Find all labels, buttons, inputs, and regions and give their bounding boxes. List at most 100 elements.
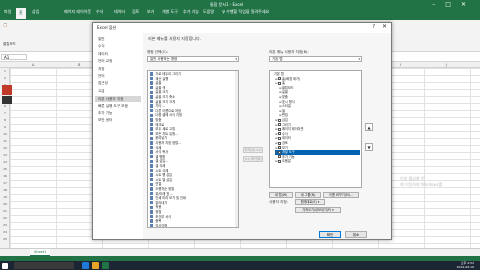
new-tab-button[interactable]: 새 탭(W) — [269, 192, 293, 198]
row-header[interactable]: 6 — [0, 104, 10, 108]
row-header[interactable]: 19 — [0, 195, 10, 199]
help-icon[interactable]: ? — [372, 24, 375, 30]
ribbon-tree-item[interactable]: ⊞ 도움말 — [275, 159, 360, 164]
paste-icon[interactable]: 📋 — [3, 23, 7, 27]
start-icon[interactable] — [2, 262, 8, 269]
command-label: 시트 삭제 — [155, 168, 169, 173]
row-header[interactable]: 18 — [0, 188, 10, 192]
ribbon-tab-bar: 통합 문서1 - Excel –□✕ 파일 홈 삽입 페이지 레이아웃 수식 데… — [0, 0, 480, 20]
nav-item[interactable]: 언어 교정 — [98, 59, 112, 64]
row-header[interactable]: 11 — [0, 139, 10, 143]
checkbox[interactable] — [278, 159, 281, 163]
name-box[interactable]: A1 — [1, 54, 27, 60]
reset-button[interactable]: 원래대로(E) ▾ — [295, 199, 325, 205]
customize-ribbon-label: 리본 메뉴 사용자 지정(B): — [269, 50, 309, 54]
move-up-icon[interactable]: ▲ — [365, 123, 373, 131]
tab-addins[interactable]: 추가 기능 — [183, 7, 199, 17]
tab-page-layout[interactable]: 페이지 레이아웃 — [64, 7, 91, 17]
checkbox[interactable] — [278, 123, 281, 127]
choose-commands-select[interactable]: 일반 사용하는 명령 ▾ — [147, 56, 239, 62]
row-header[interactable]: 9 — [0, 125, 10, 129]
row-header[interactable]: 22 — [0, 216, 10, 220]
tree-item-label: 홈(배경 제거) — [282, 76, 301, 81]
row-header[interactable]: 21 — [0, 209, 10, 213]
checkbox[interactable] — [278, 118, 281, 122]
options-nav: 일반수식데이터언어 교정저장언어접근성고급리본 사용자 지정 빠른 실행 도구 모… — [95, 33, 141, 239]
tab-review[interactable]: 검토 — [132, 7, 139, 17]
nav-item[interactable]: 추가 기능 — [98, 111, 112, 116]
command-item[interactable]: 직사각형 — [150, 224, 167, 227]
tab-file[interactable]: 파일 — [4, 7, 11, 17]
nav-item[interactable]: 빠른 실행 도구 모음 — [98, 104, 128, 109]
excel-icon[interactable] — [102, 262, 109, 269]
checkbox[interactable] — [278, 155, 281, 159]
command-label: 사용자 지정 정렬... — [155, 141, 181, 145]
nav-item[interactable]: 접근성 — [98, 81, 108, 86]
checkbox[interactable] — [278, 150, 281, 154]
row-header[interactable]: 2 — [0, 76, 10, 80]
add-button[interactable]: 추가(A) >> — [243, 147, 263, 153]
tab-insert[interactable]: 삽입 — [32, 7, 39, 17]
nav-item[interactable]: 수식 — [98, 44, 105, 49]
command-icon — [150, 150, 154, 154]
tab-data[interactable]: 데이터 — [114, 7, 125, 17]
nav-item[interactable]: 보안 센터 — [98, 118, 112, 123]
row-header[interactable]: 7 — [0, 111, 10, 115]
checkbox[interactable] — [278, 136, 281, 140]
command-icon — [150, 224, 154, 227]
import-export-button[interactable]: 가져오기/내보내기(P) ▾ — [295, 207, 341, 213]
row-header[interactable]: 25 — [0, 237, 10, 241]
row-header[interactable]: 17 — [0, 181, 10, 185]
tab-view[interactable]: 보기 — [147, 7, 154, 17]
checkbox[interactable] — [278, 127, 281, 131]
checkbox[interactable] — [278, 141, 281, 145]
tab-home[interactable]: 홈 — [16, 8, 26, 19]
explorer-icon[interactable] — [92, 262, 99, 269]
rename-button[interactable]: 이름 바꾸기(M)... — [323, 192, 359, 198]
nav-item[interactable]: 고급 — [98, 89, 105, 94]
move-down-icon[interactable]: ▼ — [365, 143, 373, 151]
row-header[interactable]: 10 — [0, 132, 10, 136]
command-icon — [150, 145, 154, 150]
row-header[interactable]: 16 — [0, 174, 10, 178]
nav-item[interactable]: 일반 — [98, 37, 105, 42]
tab-help[interactable]: 도움말 — [203, 7, 214, 17]
nav-item[interactable]: 리본 사용자 지정 — [95, 96, 141, 103]
nav-item[interactable]: 언어 — [98, 74, 105, 79]
customize-ribbon-select[interactable]: 기본 탭 ▾ — [269, 56, 362, 62]
commands-list[interactable]: 가로 테두리 그리기 계산 실행 글꼴 글꼴 색 글꼴 크기 글꼴 크기 축소 글꼴 크기 … — [147, 70, 239, 228]
nav-item[interactable]: 데이터 — [98, 52, 108, 57]
edge-icon[interactable] — [82, 262, 89, 269]
checkbox[interactable] — [278, 81, 281, 85]
window-controls[interactable]: –□✕ — [432, 1, 476, 8]
tell-me-search[interactable]: ♀ 수행할 작업을 알려주세요 — [222, 7, 269, 17]
close-icon[interactable]: ✕ — [382, 23, 387, 30]
nav-item[interactable]: 저장 — [98, 67, 105, 72]
row-header[interactable]: 1 — [0, 69, 10, 73]
tab-developer[interactable]: 개발 도구 — [162, 7, 178, 17]
command-icon — [150, 95, 154, 99]
row-header[interactable]: 8 — [0, 118, 10, 122]
new-group-button[interactable]: 새 그룹(N) — [295, 192, 321, 198]
row-header[interactable]: 23 — [0, 223, 10, 227]
cancel-button[interactable]: 취소 — [345, 231, 367, 238]
row-header[interactable]: 15 — [0, 167, 10, 171]
checkbox[interactable] — [278, 77, 281, 81]
checkbox[interactable] — [278, 146, 281, 150]
row-header[interactable]: 24 — [0, 230, 10, 234]
remove-button[interactable]: << 제거(R) — [243, 156, 263, 162]
tree-item-label: 스타일 — [282, 104, 291, 109]
commands-scrollbar[interactable] — [235, 71, 238, 227]
checkbox[interactable] — [278, 132, 281, 136]
row-header[interactable]: 13 — [0, 153, 10, 157]
row-header[interactable]: 12 — [0, 146, 10, 150]
row-header[interactable]: 20 — [0, 202, 10, 206]
row-header[interactable]: 14 — [0, 160, 10, 164]
ribbon-tabs-tree[interactable]: 기본 탭 ⊞ 홈(배경 제거) ⊟ 홈 ⊞클립보드 ⊞글꼴 ⊞맞춤 ⊞표시 형식 ⊞스타일 ⊞셀 ⊞편… — [269, 70, 362, 188]
ok-button[interactable]: 확인 — [319, 231, 341, 238]
search-box[interactable] — [14, 262, 74, 269]
command-label: 인쇄 미리 보기 및 인쇄 — [155, 196, 186, 201]
tab-formulas[interactable]: 수식 — [96, 7, 103, 17]
tree-item-label: 개발 도구 — [282, 150, 295, 155]
command-icon — [150, 182, 154, 187]
